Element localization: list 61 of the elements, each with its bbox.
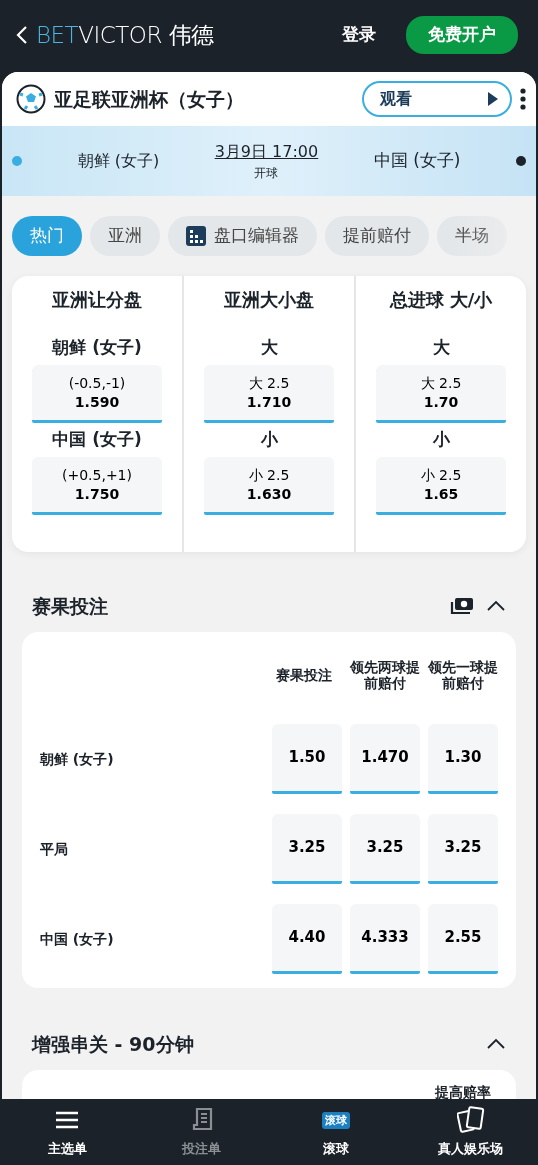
market-title: 亚洲让分盘 (51, 288, 143, 312)
odds-button[interactable]: (-0.5,-1) 1.590 (32, 365, 162, 423)
team-name: 朝鲜 (女子) (76, 150, 161, 172)
tab[interactable]: 亚洲 (90, 216, 160, 256)
odds-button[interactable]: 4.40 (272, 904, 342, 974)
odds-button[interactable]: 1.30 (428, 724, 498, 794)
event-title: 亚足联亚洲杯（女子） (54, 86, 245, 112)
play-icon (488, 92, 498, 106)
selection-label: 朝鲜 (女子) (51, 336, 143, 359)
outcome-label: 平局 (40, 839, 69, 859)
outcome-label: 朝鲜 (女子) (40, 749, 115, 769)
outcome-label: 中国 (女子) (40, 929, 115, 949)
selection-label: 小 (431, 428, 451, 451)
logo[interactable]: BETVICTOR 伟德 (36, 17, 214, 53)
team-name: 中国 (女子) (372, 149, 462, 173)
section-title: 赛果投注 (32, 593, 109, 619)
odds-button[interactable]: 3.25 (272, 814, 342, 884)
selection-label: 大 (259, 336, 279, 359)
column-header: 赛果投注 (275, 665, 333, 685)
column-header: 领先一球提前赔付 (428, 657, 498, 693)
watch-button[interactable]: 观看 (362, 81, 512, 117)
odds-button[interactable]: 1.470 (350, 724, 420, 794)
tab[interactable]: 盘口编辑器 (168, 216, 317, 256)
odds-button[interactable]: 1.50 (272, 724, 342, 794)
cash-icon[interactable] (450, 597, 474, 615)
back-icon[interactable] (16, 25, 28, 45)
cards-icon (456, 1106, 485, 1134)
kickoff-time[interactable]: 3月9日 17:00 (214, 140, 319, 164)
live-badge: 滚球 (322, 1111, 351, 1129)
kickoff-label: 开球 (253, 165, 280, 182)
odds-button[interactable]: 4.333 (350, 904, 420, 974)
odds-button[interactable]: 3.25 (428, 814, 498, 884)
market-title: 亚洲大小盘 (223, 288, 315, 312)
market-title: 总进球 大/小 (388, 288, 494, 312)
section-title: 增强串关 - 90分钟 (32, 1031, 195, 1057)
chevron-icon[interactable] (486, 1038, 506, 1050)
signup-button[interactable]: 免费开户 (406, 16, 518, 54)
odds-button[interactable]: 3.25 (350, 814, 420, 884)
odds-button[interactable]: 小 2.5 1.630 (204, 457, 334, 515)
chevron-icon[interactable] (486, 600, 506, 612)
receipt-icon (190, 1107, 213, 1133)
selection-label: 小 (259, 428, 279, 451)
menu-icon (55, 1111, 80, 1129)
odds-button[interactable]: 大 2.5 1.710 (204, 365, 334, 423)
nav-item[interactable]: 主选单 (0, 1099, 135, 1165)
grid-icon (186, 226, 206, 246)
tab[interactable]: 提前赔付 (325, 216, 429, 256)
column-header: 领先两球提前赔付 (350, 657, 420, 693)
odds-button[interactable]: (+0.5,+1) 1.750 (32, 457, 162, 515)
tab[interactable]: 半场 (437, 216, 507, 256)
column-header: 提高赔率 (434, 1084, 492, 1099)
selection-label: 中国 (女子) (51, 428, 143, 451)
selection-label: 大 (431, 336, 451, 359)
nav-item[interactable]: 真人娱乐场 (403, 1099, 538, 1165)
odds-button[interactable]: 小 2.5 1.65 (376, 457, 506, 515)
football-icon (16, 84, 46, 114)
odds-button[interactable]: 2.55 (428, 904, 498, 974)
more-icon[interactable] (520, 88, 526, 110)
odds-button[interactable]: 大 2.5 1.70 (376, 365, 506, 423)
nav-item[interactable]: 滚球 滚球 (269, 1099, 404, 1165)
login-link[interactable]: 登录 (336, 21, 382, 49)
